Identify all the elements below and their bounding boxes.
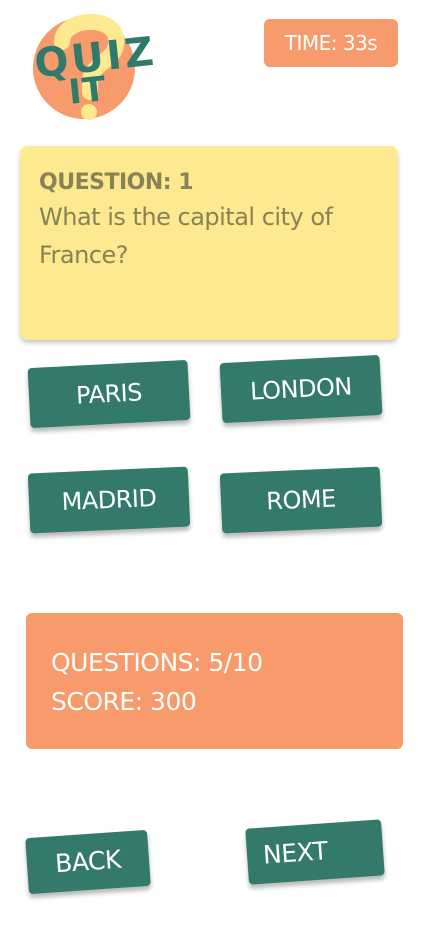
answer-button-rome[interactable]: ROME	[219, 466, 383, 534]
timer-badge: TIME: 33s	[264, 19, 398, 67]
logo-wordmark: QUIZ IT	[32, 29, 159, 113]
questions-progress: QUESTIONS: 5/10	[51, 648, 263, 677]
answer-button-london[interactable]: LONDON	[219, 354, 383, 424]
score-value: SCORE: 300	[51, 687, 197, 716]
next-button[interactable]: NEXT	[245, 819, 385, 885]
answer-button-paris[interactable]: PARIS	[27, 359, 191, 429]
question-number: QUESTION: 1	[39, 170, 194, 195]
quiz-it-logo: QUIZ IT	[32, 10, 159, 122]
back-button[interactable]: BACK	[25, 829, 151, 895]
question-text: What is the capital city of France?	[39, 203, 333, 269]
answer-button-madrid[interactable]: MADRID	[27, 466, 191, 534]
stats-card: QUESTIONS: 5/10 SCORE: 300	[26, 613, 403, 749]
question-card: QUESTION: 1 What is the capital city of …	[20, 146, 398, 340]
